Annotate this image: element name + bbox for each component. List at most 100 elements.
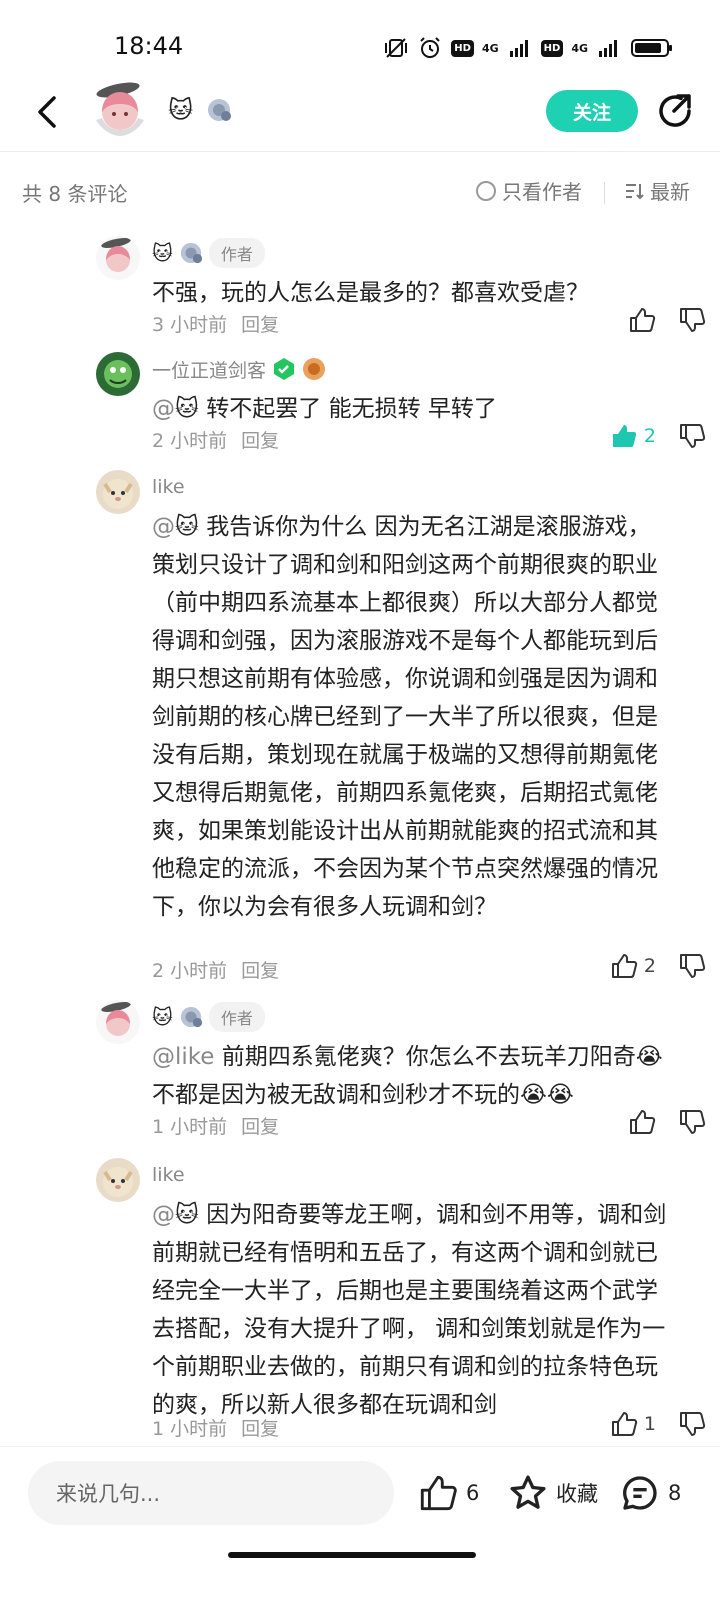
level-badge-icon: [180, 1006, 202, 1028]
back-button[interactable]: [30, 94, 66, 130]
cat-emoji-icon: 🐱: [168, 96, 194, 124]
reply-text-content: 转不起罢了 能无损转 早转了: [198, 396, 497, 422]
share-icon: [659, 94, 691, 127]
reply-username[interactable]: like: [152, 1164, 185, 1186]
reply-actions: 2: [610, 422, 706, 450]
like-button[interactable]: 2: [610, 952, 656, 980]
reply-username[interactable]: 一位正道剑客: [152, 356, 266, 383]
like-button[interactable]: 1: [610, 1410, 656, 1438]
reply-button[interactable]: 回复: [241, 1414, 279, 1441]
sort-icon: [626, 183, 644, 199]
reply-time: 3 小时前: [152, 314, 228, 336]
favorite-label: 收藏: [556, 1482, 598, 1506]
reply-text: @🐱 因为阳奇要等龙王啊，调和剑不用等，调和剑前期就已经有悟明和五岳了，有这两个…: [152, 1196, 672, 1424]
thumbs-up-icon: [630, 308, 656, 332]
thumbs-up-icon: [611, 954, 638, 978]
reply-meta: 2 小时前 回复: [152, 426, 279, 453]
reply-meta: 1 小时前 回复: [152, 1112, 279, 1139]
favorite-button[interactable]: 收藏: [508, 1473, 598, 1513]
reply-header: 🐱 作者: [152, 238, 265, 268]
avatar[interactable]: [96, 236, 140, 280]
reply-item: like @🐱 我告诉你为什么 因为无名江湖是滚服游戏，策划只设计了调和剑和阳剑…: [96, 470, 706, 990]
thumbs-down-icon: [680, 424, 706, 448]
back-arrow-icon: [38, 96, 56, 128]
level-badge-icon: [303, 358, 326, 380]
reply-time: 1 小时前: [152, 1418, 228, 1440]
cat-emoji-icon: 🐱: [152, 1005, 173, 1029]
thumbs-up-icon: [420, 1475, 457, 1511]
reply-username[interactable]: like: [152, 476, 185, 498]
avatar[interactable]: [96, 1000, 140, 1044]
reply-button[interactable]: 回复: [241, 310, 279, 337]
reply-actions: 1: [610, 1410, 706, 1438]
status-bar: 18:44 HD 4G HD 4G: [0, 0, 720, 80]
reply-time: 2 小时前: [152, 960, 228, 982]
dislike-button[interactable]: [678, 306, 706, 334]
reply-text: @like 前期四系氪佬爽？你怎么不去玩羊刀阳奇😭不都是因为被无敌调和剑秒才不玩…: [152, 1038, 672, 1114]
reply-mention[interactable]: @: [152, 396, 175, 422]
network-type-2: 4G: [571, 41, 588, 55]
dislike-button[interactable]: [678, 1108, 706, 1136]
reply-text: @🐱 我告诉你为什么 因为无名江湖是滚服游戏，策划只设计了调和剑和阳剑这两个前期…: [152, 508, 672, 926]
bottom-action-bar: 来说几句... 6 收藏 8: [0, 1446, 720, 1556]
share-button[interactable]: [656, 92, 694, 130]
reply-text-content: 因为阳奇要等龙王啊，调和剑不用等，调和剑前期就已经有悟明和五岳了，有这两个调和剑…: [152, 1202, 667, 1418]
alarm-icon: [417, 36, 443, 60]
signal-icon: [507, 36, 533, 60]
comments-button[interactable]: 8: [620, 1473, 681, 1513]
verified-badge-icon: [274, 358, 295, 380]
like-button[interactable]: [628, 306, 656, 334]
post-like-button[interactable]: 6: [418, 1473, 479, 1513]
reply-header: like: [152, 1160, 185, 1190]
reply-time: 2 小时前: [152, 430, 228, 452]
mute-vibrate-icon: [383, 36, 409, 60]
author-avatar[interactable]: [88, 80, 152, 140]
reply-header: 🐱 作者: [152, 1002, 265, 1032]
reply-button[interactable]: 回复: [241, 426, 279, 453]
cat-emoji-icon: 🐱: [175, 1202, 199, 1228]
star-icon: [510, 1475, 546, 1509]
reply-item: like @🐱 因为阳奇要等龙王啊，调和剑不用等，调和剑前期就已经有悟明和五岳了…: [96, 1158, 706, 1448]
status-time: 18:44: [114, 32, 184, 60]
cat-emoji-icon: 🐱: [175, 514, 199, 540]
reply-time: 1 小时前: [152, 1116, 228, 1138]
reply-mention[interactable]: @like: [152, 1044, 214, 1070]
reply-mention[interactable]: @: [152, 514, 175, 540]
like-button[interactable]: 2: [610, 422, 656, 450]
reply-actions: [628, 1108, 706, 1136]
author-tag: 作者: [208, 238, 265, 268]
reply-actions: 2: [610, 952, 706, 980]
only-author-toggle[interactable]: 只看作者: [476, 176, 582, 205]
home-indicator[interactable]: [228, 1552, 476, 1558]
reply-button[interactable]: 回复: [241, 956, 279, 983]
thumbs-down-icon: [680, 1110, 706, 1134]
thumbs-down-icon: [680, 1412, 706, 1436]
sort-button[interactable]: 最新: [624, 176, 690, 205]
dislike-button[interactable]: [678, 1410, 706, 1438]
hd-icon: HD: [451, 39, 474, 57]
dislike-button[interactable]: [678, 422, 706, 450]
comment-input[interactable]: 来说几句...: [28, 1461, 394, 1525]
battery-icon: [630, 36, 674, 60]
reply-item: 一位正道剑客 @🐱 转不起罢了 能无损转 早转了 2 小时前 回复 2: [96, 352, 706, 462]
like-count: 1: [643, 1413, 656, 1435]
level-badge-icon: [206, 97, 232, 123]
reply-button[interactable]: 回复: [241, 1112, 279, 1139]
comment-icon: [623, 1476, 657, 1510]
thumbs-down-icon: [680, 954, 706, 978]
status-icons: HD 4G HD 4G: [383, 36, 674, 60]
thumbs-down-icon: [680, 308, 706, 332]
follow-button[interactable]: 关注: [546, 90, 638, 132]
reply-text: 不强，玩的人怎么是最多的？都喜欢受虐？: [152, 280, 589, 306]
cat-emoji-icon: 🐱: [152, 241, 173, 265]
comments-subheader: 共 8 条评论 只看作者 最新: [0, 170, 720, 210]
reply-mention[interactable]: @: [152, 1202, 175, 1228]
avatar[interactable]: [96, 1158, 140, 1202]
avatar[interactable]: [96, 352, 140, 396]
dislike-button[interactable]: [678, 952, 706, 980]
reply-text-content: 前期四系氪佬爽？你怎么不去玩羊刀阳奇😭不都是因为被无敌调和剑秒才不玩的😭😭: [152, 1044, 663, 1108]
like-button[interactable]: [628, 1108, 656, 1136]
avatar[interactable]: [96, 470, 140, 514]
reply-meta: 3 小时前 回复: [152, 310, 279, 337]
radio-icon: [476, 180, 496, 201]
